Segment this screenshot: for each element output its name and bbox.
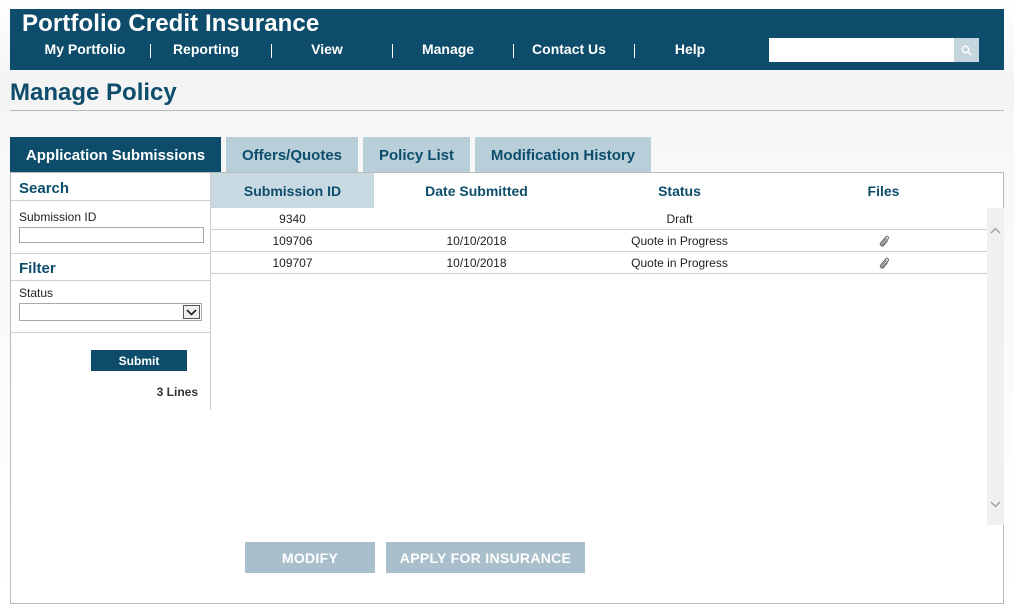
tab-modification-history[interactable]: Modification History (475, 137, 651, 173)
paperclip-icon[interactable] (878, 234, 890, 248)
cell-status: Quote in Progress (631, 255, 728, 270)
cell-status: Quote in Progress (631, 233, 728, 248)
search-heading: Search (11, 173, 211, 201)
cell-status: Draft (666, 211, 693, 226)
cell-date-submitted: 10/10/2018 (446, 255, 507, 270)
nav-reporting[interactable]: Reporting (146, 41, 266, 57)
table-row[interactable]: 9340 Draft (211, 208, 987, 230)
tab-policy-list[interactable]: Policy List (363, 137, 470, 173)
column-header-files[interactable]: Files (780, 173, 987, 208)
nav-manage[interactable]: Manage (388, 41, 508, 57)
cell-files (780, 230, 987, 251)
chevron-up-icon[interactable] (987, 222, 1004, 239)
page-title: Manage Policy (10, 79, 177, 106)
cell-submission-id: 109706 (272, 233, 313, 248)
table-scrollbar[interactable] (987, 208, 1004, 525)
submission-id-label: Submission ID (19, 210, 97, 224)
table-header: Submission ID Date Submitted Status File… (211, 173, 987, 208)
column-header-status[interactable]: Status (579, 173, 780, 208)
top-nav-bar: Portfolio Credit Insurance My Portfolio … (10, 9, 1004, 70)
modify-button[interactable]: MODIFY (245, 542, 375, 573)
cell-submission-id: 109707 (272, 255, 313, 270)
search-filter-sidebar: Search Submission ID Filter Status Submi… (11, 173, 211, 410)
submit-button[interactable]: Submit (91, 350, 187, 371)
search-icon (961, 45, 972, 55)
divider (11, 332, 211, 333)
apply-for-insurance-button[interactable]: APPLY FOR INSURANCE (386, 542, 585, 573)
chevron-down-icon[interactable] (183, 305, 200, 319)
paperclip-icon[interactable] (878, 256, 890, 270)
lines-count: 3 Lines (156, 385, 198, 399)
tab-application-submissions[interactable]: Application Submissions (10, 137, 221, 173)
nav-contact-us[interactable]: Contact Us (509, 41, 629, 57)
main-nav: My Portfolio Reporting View Manage Conta… (10, 41, 770, 61)
cell-files (780, 208, 987, 229)
cell-date-submitted (374, 208, 579, 229)
app-title: Portfolio Credit Insurance (22, 10, 320, 37)
title-divider (10, 110, 1004, 111)
table-row[interactable]: 109707 10/10/2018 Quote in Progress (211, 252, 987, 274)
nav-help[interactable]: Help (630, 41, 750, 57)
cell-date-submitted: 10/10/2018 (446, 233, 507, 248)
filter-heading: Filter (11, 253, 211, 281)
submission-id-input[interactable] (19, 227, 204, 243)
search-button[interactable] (954, 38, 979, 62)
status-select[interactable] (19, 303, 202, 321)
global-search-input[interactable] (769, 38, 954, 62)
cell-submission-id: 9340 (279, 211, 306, 226)
column-header-submission-id[interactable]: Submission ID (211, 173, 374, 208)
table-row[interactable]: 109706 10/10/2018 Quote in Progress (211, 230, 987, 252)
status-label: Status (19, 286, 54, 300)
submissions-table: Submission ID Date Submitted Status File… (211, 173, 987, 274)
submissions-panel: Search Submission ID Filter Status Submi… (10, 172, 1004, 604)
tab-offers-quotes[interactable]: Offers/Quotes (226, 137, 358, 173)
cell-files (780, 252, 987, 273)
nav-view[interactable]: View (267, 41, 387, 57)
nav-my-portfolio[interactable]: My Portfolio (25, 41, 145, 57)
column-header-date-submitted[interactable]: Date Submitted (374, 173, 579, 208)
chevron-down-icon[interactable] (987, 496, 1004, 513)
